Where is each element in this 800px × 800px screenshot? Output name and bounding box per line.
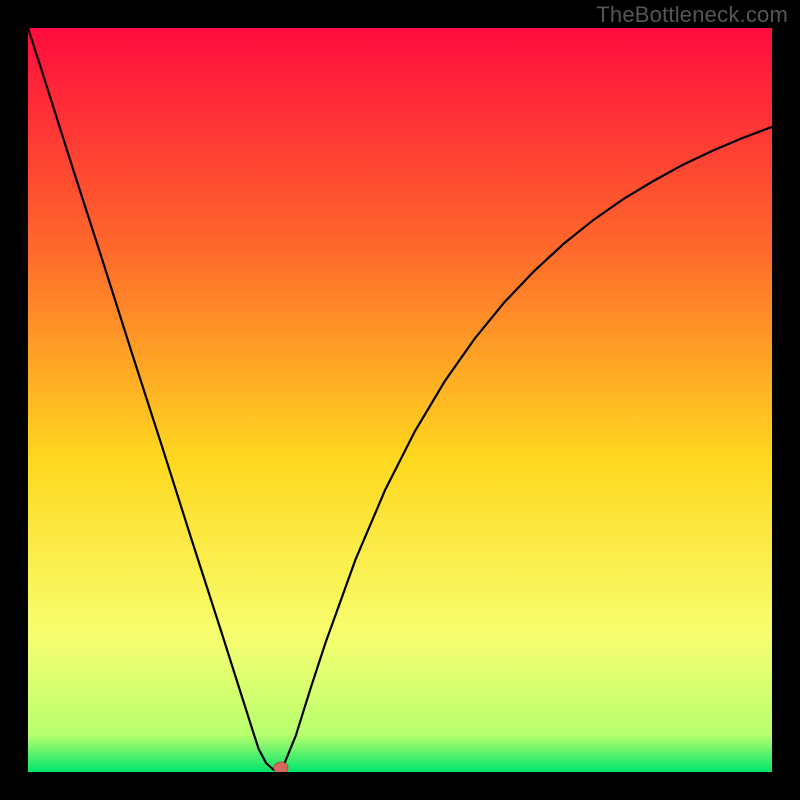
source-watermark: TheBottleneck.com <box>596 2 788 28</box>
chart-svg <box>28 28 772 772</box>
plot-area <box>28 28 772 772</box>
chart-frame: TheBottleneck.com <box>0 0 800 800</box>
gradient-background <box>28 28 772 772</box>
optimal-point-marker <box>274 762 288 772</box>
